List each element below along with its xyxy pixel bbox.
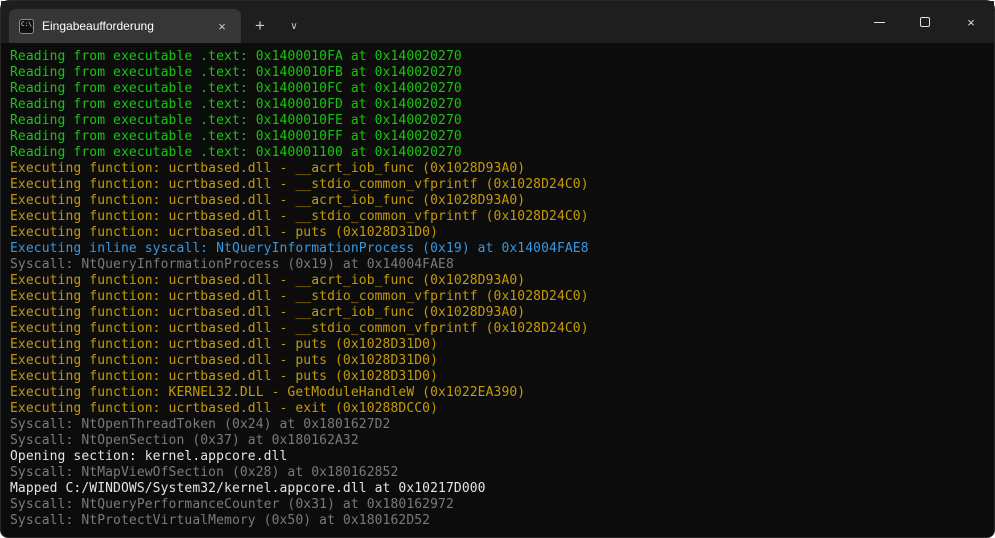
- terminal-line: Executing function: ucrtbased.dll - __ac…: [10, 305, 994, 321]
- terminal-line: Reading from executable .text: 0x1400010…: [10, 65, 994, 81]
- terminal-line: Opening section: kernel.appcore.dll: [10, 449, 994, 465]
- terminal-line: Mapped C:/WINDOWS/System32/kernel.appcor…: [10, 481, 994, 497]
- new-tab-button[interactable]: +: [245, 11, 275, 41]
- terminal-line: Reading from executable .text: 0x1400010…: [10, 49, 994, 65]
- terminal-line: Reading from executable .text: 0x1400010…: [10, 97, 994, 113]
- terminal-line: Executing function: ucrtbased.dll - __ac…: [10, 161, 994, 177]
- terminal-line: Executing function: ucrtbased.dll - puts…: [10, 369, 994, 385]
- maximize-icon: [920, 17, 930, 27]
- terminal-output[interactable]: Reading from executable .text: 0x1400010…: [1, 43, 994, 537]
- terminal-line: Reading from executable .text: 0x1400011…: [10, 145, 994, 161]
- terminal-line: Executing function: ucrtbased.dll - exit…: [10, 401, 994, 417]
- tab-close-icon[interactable]: ×: [211, 15, 233, 37]
- maximize-button[interactable]: [902, 1, 948, 43]
- terminal-line: Executing function: ucrtbased.dll - __ac…: [10, 193, 994, 209]
- minimize-button[interactable]: [856, 1, 902, 43]
- title-bar[interactable]: C:\_ Eingabeaufforderung × + ∨ ×: [1, 1, 994, 43]
- titlebar-drag-region[interactable]: [309, 1, 856, 43]
- terminal-line: Syscall: NtMapViewOfSection (0x28) at 0x…: [10, 465, 994, 481]
- tab-title: Eingabeaufforderung: [42, 19, 203, 33]
- cmd-prompt-icon: C:\_: [19, 19, 34, 34]
- terminal-line: Reading from executable .text: 0x1400010…: [10, 113, 994, 129]
- window-controls: ×: [856, 1, 994, 43]
- terminal-line: Executing function: ucrtbased.dll - __st…: [10, 289, 994, 305]
- minimize-icon: [874, 22, 885, 23]
- terminal-line: Syscall: NtQueryInformationProcess (0x19…: [10, 257, 994, 273]
- terminal-line: Executing function: ucrtbased.dll - __st…: [10, 177, 994, 193]
- terminal-line: Executing function: ucrtbased.dll - __ac…: [10, 273, 994, 289]
- terminal-line: Reading from executable .text: 0x1400010…: [10, 81, 994, 97]
- terminal-window: { "window": { "tab": { "label": "Eingabe…: [0, 0, 995, 538]
- terminal-line: Syscall: NtQueryPerformanceCounter (0x31…: [10, 497, 994, 513]
- terminal-line: Syscall: NtOpenThreadToken (0x24) at 0x1…: [10, 417, 994, 433]
- terminal-line: Executing function: ucrtbased.dll - puts…: [10, 337, 994, 353]
- tab-dropdown-icon[interactable]: ∨: [279, 11, 309, 41]
- terminal-line: Executing function: ucrtbased.dll - __st…: [10, 209, 994, 225]
- terminal-line: Executing function: ucrtbased.dll - __st…: [10, 321, 994, 337]
- terminal-line: Executing function: ucrtbased.dll - puts…: [10, 225, 994, 241]
- tab-eingabeaufforderung[interactable]: C:\_ Eingabeaufforderung ×: [9, 9, 241, 43]
- terminal-line: Executing inline syscall: NtQueryInforma…: [10, 241, 994, 257]
- close-button[interactable]: ×: [948, 1, 994, 43]
- terminal-line: Executing function: ucrtbased.dll - puts…: [10, 353, 994, 369]
- terminal-line: Reading from executable .text: 0x1400010…: [10, 129, 994, 145]
- terminal-line: Executing function: KERNEL32.DLL - GetMo…: [10, 385, 994, 401]
- terminal-line: Syscall: NtOpenSection (0x37) at 0x18016…: [10, 433, 994, 449]
- terminal-line: Syscall: NtProtectVirtualMemory (0x50) a…: [10, 513, 994, 529]
